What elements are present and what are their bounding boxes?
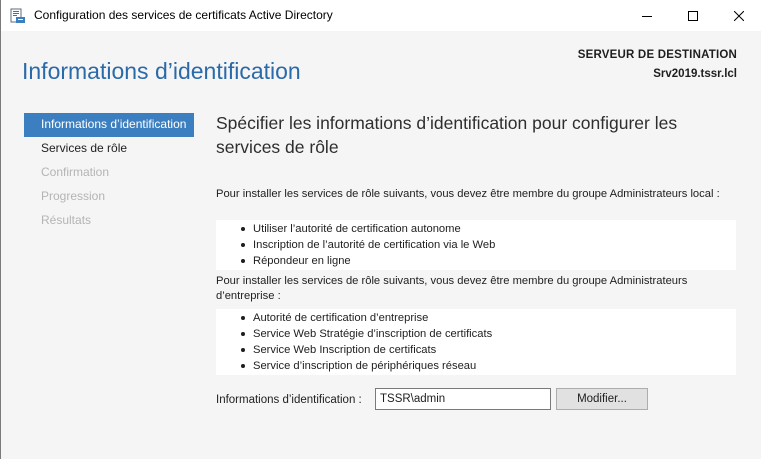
page-title: Informations d’identification <box>22 58 301 84</box>
close-icon <box>734 10 744 21</box>
list-item: Service Web Inscription de certificats <box>241 342 736 358</box>
enterprise-admin-description: Pour installer les services de rôle suiv… <box>216 275 688 302</box>
maximize-button[interactable] <box>670 0 716 31</box>
nav-item-role-services[interactable]: Services de rôle <box>24 137 194 161</box>
wizard-steps-nav: Informations d’identification Services d… <box>24 113 194 233</box>
certificate-services-icon <box>10 8 25 23</box>
local-admin-services-list: Utiliser l’autorité de certification aut… <box>216 220 736 270</box>
list-item: Inscription de l’autorité de certificati… <box>241 237 736 253</box>
section-heading: Spécifier les informations d’identificat… <box>216 113 678 157</box>
list-item: Utiliser l’autorité de certification aut… <box>241 221 736 237</box>
credentials-label: Informations d’identification : <box>216 394 362 406</box>
wizard-window: Configuration des services de certificat… <box>0 0 761 459</box>
local-admin-description: Pour installer les services de rôle suiv… <box>216 188 720 200</box>
list-item: Répondeur en ligne <box>241 253 736 269</box>
list-item: Service d’inscription de périphériques r… <box>241 358 736 374</box>
minimize-button[interactable] <box>624 0 670 31</box>
enterprise-admin-services-list: Autorité de certification d’entreprise S… <box>216 309 736 375</box>
destination-server-name: Srv2019.tssr.lcl <box>653 68 737 80</box>
list-item: Autorité de certification d’entreprise <box>241 310 736 326</box>
close-button[interactable] <box>716 0 761 31</box>
credentials-field[interactable] <box>375 388 551 410</box>
modify-credentials-button[interactable]: Modifier... <box>556 388 648 410</box>
nav-item-credentials[interactable]: Informations d’identification <box>24 113 194 137</box>
main-content: Spécifier les informations d’identificat… <box>216 111 746 410</box>
maximize-icon <box>688 10 698 21</box>
list-item: Service Web Stratégie d’inscription de c… <box>241 326 736 342</box>
nav-item-confirmation: Confirmation <box>41 165 110 179</box>
nav-item-progress: Progression <box>41 189 106 203</box>
destination-server-label: SERVEUR DE DESTINATION <box>577 49 737 61</box>
minimize-icon <box>642 15 652 17</box>
nav-item-results: Résultats <box>41 213 92 227</box>
window-title: Configuration des services de certificat… <box>34 8 333 22</box>
title-bar[interactable]: Configuration des services de certificat… <box>1 0 761 31</box>
wizard-header: Informations d’identification SERVEUR DE… <box>1 31 761 101</box>
